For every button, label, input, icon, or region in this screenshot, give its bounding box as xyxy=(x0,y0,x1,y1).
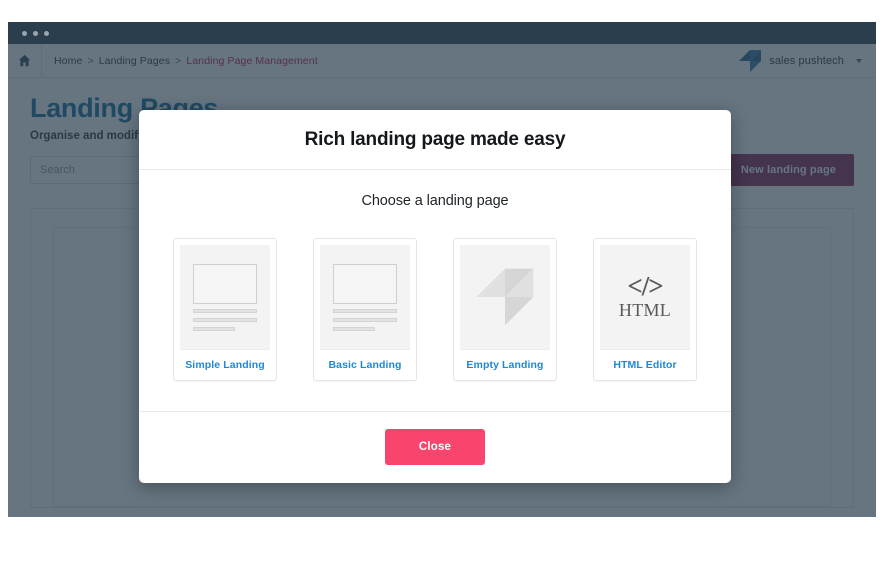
html-word-glyph: HTML xyxy=(618,300,672,321)
template-thumbnail xyxy=(460,245,550,349)
app-window: Home > Landing Pages > Landing Page Mana… xyxy=(8,22,876,517)
page-mockup-icon xyxy=(188,263,262,331)
mockup-text-line xyxy=(193,326,235,331)
template-card-html-editor[interactable]: </> HTML HTML Editor xyxy=(593,238,697,381)
template-grid: Simple Landing Basic Landing Empty Landi… xyxy=(155,238,715,395)
mockup-text-line xyxy=(333,317,397,322)
window-dot-1[interactable] xyxy=(22,30,27,36)
template-label: Empty Landing xyxy=(460,349,550,380)
window-titlebar xyxy=(8,22,876,44)
mockup-image-box xyxy=(333,263,397,304)
mockup-text-line xyxy=(193,308,257,313)
modal-title: Rich landing page made easy xyxy=(304,129,566,150)
pushtech-logo-gray-icon xyxy=(476,268,534,326)
modal-body: Choose a landing page Simple Landing Bas… xyxy=(139,170,731,411)
mockup-text-line xyxy=(333,326,375,331)
template-thumbnail: </> HTML xyxy=(600,245,690,349)
mockup-text-line xyxy=(193,317,257,322)
template-card-simple-landing[interactable]: Simple Landing xyxy=(173,238,277,381)
template-thumbnail xyxy=(320,245,410,349)
template-thumbnail xyxy=(180,245,270,349)
mockup-image-box xyxy=(193,263,257,304)
modal-footer: Close xyxy=(139,411,731,483)
template-card-empty-landing[interactable]: Empty Landing xyxy=(453,238,557,381)
modal-header: Rich landing page made easy xyxy=(139,110,731,170)
template-card-basic-landing[interactable]: Basic Landing xyxy=(313,238,417,381)
app-body: Home > Landing Pages > Landing Page Mana… xyxy=(8,43,876,517)
window-dot-3[interactable] xyxy=(44,30,49,36)
html-code-icon: </> HTML xyxy=(619,273,671,321)
page-mockup-icon xyxy=(328,263,402,331)
template-label: HTML Editor xyxy=(600,349,690,380)
mockup-text-line xyxy=(333,308,397,313)
choose-landing-page-modal: Rich landing page made easy Choose a lan… xyxy=(139,110,731,483)
template-label: Simple Landing xyxy=(180,349,270,380)
code-brackets-glyph: </> xyxy=(627,271,663,302)
modal-subtitle: Choose a landing page xyxy=(361,193,509,209)
template-label: Basic Landing xyxy=(320,349,410,380)
close-button[interactable]: Close xyxy=(384,429,486,465)
window-dot-2[interactable] xyxy=(33,30,38,36)
